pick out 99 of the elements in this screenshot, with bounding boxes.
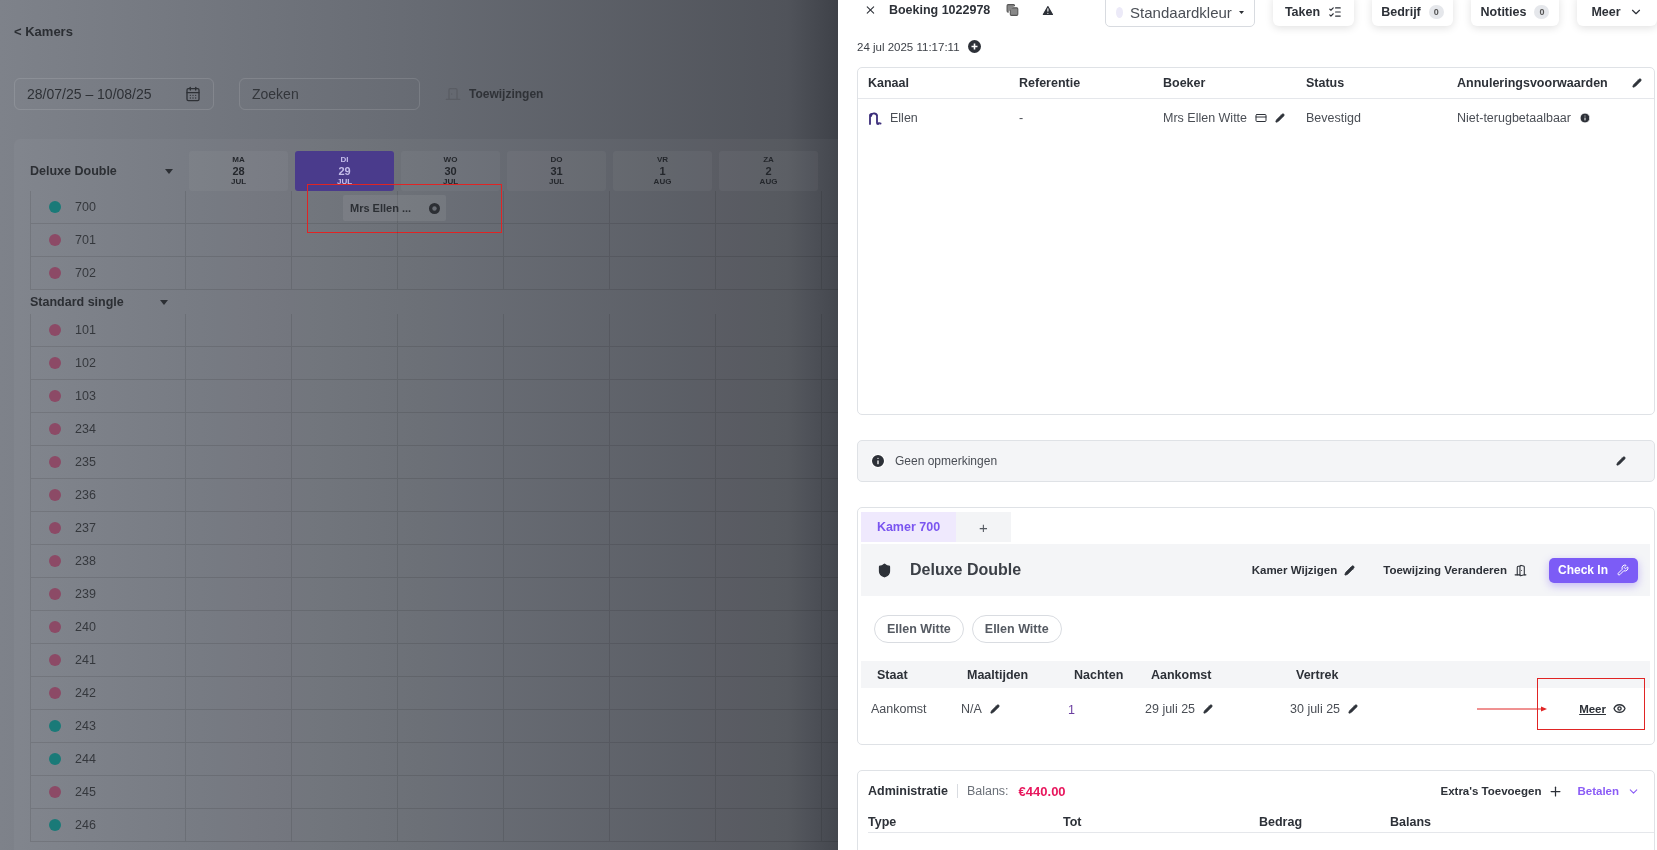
column-header: Vertrek (1296, 667, 1340, 682)
room-number: 244 (75, 752, 96, 766)
more-button[interactable]: Meer (1577, 0, 1657, 26)
room-number: 240 (75, 620, 96, 634)
room-number: 101 (75, 323, 96, 337)
info-icon (870, 453, 886, 469)
room-group-label: Deluxe Double (30, 164, 117, 178)
column-header: Balans (1390, 814, 1432, 829)
edit-icon[interactable] (1616, 456, 1626, 466)
column-header: Bedrag (1259, 814, 1304, 829)
calendar-icon (185, 86, 201, 102)
date-range-field[interactable]: 28/07/25 – 10/08/25 (14, 78, 214, 110)
room-number: 243 (75, 719, 96, 733)
room-number: 238 (75, 554, 96, 568)
edit-icon[interactable] (1275, 113, 1286, 123)
nights-link[interactable]: 1 (1068, 702, 1075, 717)
shield-icon (877, 562, 892, 578)
close-icon[interactable] (864, 3, 877, 17)
room-number: 234 (75, 422, 96, 436)
column-header: Maaltijden (967, 667, 1030, 682)
table-cell-text: - (1019, 111, 1025, 125)
room-number: 235 (75, 455, 96, 469)
color-select[interactable]: Standaardkleur (1105, 0, 1255, 27)
add-icon[interactable] (967, 40, 981, 53)
room-number: 242 (75, 686, 96, 700)
table-cell-text: Aankomst (871, 701, 928, 716)
room-number: 246 (75, 818, 96, 832)
column-header: Nachten (1074, 667, 1125, 682)
column-header: Referentie (1019, 76, 1082, 90)
pay-button[interactable]: Betalen (1563, 784, 1640, 798)
action-button[interactable]: Taken (1273, 0, 1354, 26)
room-number: 103 (75, 389, 96, 403)
table-cell: Mrs Ellen Witte (1163, 111, 1248, 125)
copy-icon[interactable] (1006, 3, 1020, 17)
count-badge: 0 (1534, 4, 1550, 19)
eye-icon (1613, 702, 1626, 715)
room-type: Deluxe Double (910, 561, 1023, 579)
info-icon (1578, 112, 1591, 124)
room-tab[interactable]: + (956, 512, 1011, 542)
balance-label: Balans: (966, 784, 1009, 798)
more-link[interactable]: Meer (1579, 702, 1626, 715)
room-number: 245 (75, 785, 96, 799)
administration-title: Administratie (868, 784, 958, 798)
column-header: Aankomst (1151, 667, 1213, 682)
room-number: 102 (75, 356, 96, 370)
caret-icon (1238, 9, 1244, 15)
room-number: 700 (75, 200, 96, 214)
edit-icon[interactable] (1632, 78, 1642, 88)
add-extras-button[interactable]: Extra's Toevoegen (1420, 783, 1564, 799)
door-icon (1514, 563, 1527, 577)
booking-title: Boeking 1022978 (888, 3, 991, 17)
list-icon (1328, 4, 1343, 19)
column-header: Type (868, 814, 898, 829)
wrench-icon (1617, 564, 1629, 576)
edit-icon[interactable] (1203, 703, 1214, 714)
arrow (1477, 704, 1548, 713)
action-button[interactable]: Notities 0 (1471, 0, 1559, 26)
pencil-icon (1344, 564, 1356, 576)
room-tab[interactable]: Kamer 700 (861, 512, 956, 542)
day-header[interactable]: WO 30 JUL (401, 151, 500, 191)
column-header: Status (1306, 76, 1346, 90)
edit-icon[interactable] (1348, 703, 1359, 714)
count-badge: 0 (1428, 4, 1444, 19)
table-cell: Ellen (890, 111, 918, 125)
column-header: Tot (1063, 814, 1083, 829)
room-number: 239 (75, 587, 96, 601)
back-link[interactable]: < Kamers (14, 24, 73, 39)
column-header: Annuleringsvoorwaarden (1457, 76, 1609, 90)
column-header: Staat (877, 667, 909, 682)
channel-logo-icon (868, 111, 882, 125)
caret-icon (165, 168, 173, 174)
room-number: 241 (75, 653, 96, 667)
balance-value: €440.00 (1018, 783, 1067, 799)
change-assignment-button[interactable]: Toewijzing Veranderen (1363, 563, 1527, 577)
created-date: 24 jul 2025 11:17:11 (857, 40, 960, 53)
table-cell: 29 juli 25 (1145, 701, 1196, 716)
card-icon (1255, 112, 1268, 124)
status-icon (429, 202, 440, 214)
edit-icon[interactable] (989, 703, 1000, 714)
action-button[interactable]: Bedrijf 0 (1372, 0, 1453, 26)
booking-bar[interactable]: Mrs Ellen ... (343, 195, 446, 221)
day-header[interactable]: MA 28 JUL (189, 151, 288, 191)
table-cell: N/A (961, 701, 982, 716)
room-number: 236 (75, 488, 96, 502)
remarks-text: Geen opmerkingen (895, 454, 999, 468)
change-room-button[interactable]: Kamer Wijzigen (1231, 564, 1356, 576)
column-header: Boeker (1163, 76, 1207, 90)
plus-icon (1548, 783, 1564, 799)
column-header: Kanaal (868, 76, 910, 90)
caret-icon (160, 299, 168, 305)
room-number: 237 (75, 521, 96, 535)
table-cell: Niet-terugbetaalbaar (1457, 111, 1571, 125)
room-number: 701 (75, 233, 96, 247)
table-cell-text: Bevestigd (1306, 111, 1362, 125)
check-in-button[interactable]: Check In (1549, 557, 1638, 583)
room-group-label: Standard single (30, 295, 124, 309)
table-cell: 30 juli 25 (1290, 701, 1341, 716)
day-header[interactable]: DI 29 JUL (295, 151, 394, 191)
room-number: 702 (75, 266, 96, 280)
